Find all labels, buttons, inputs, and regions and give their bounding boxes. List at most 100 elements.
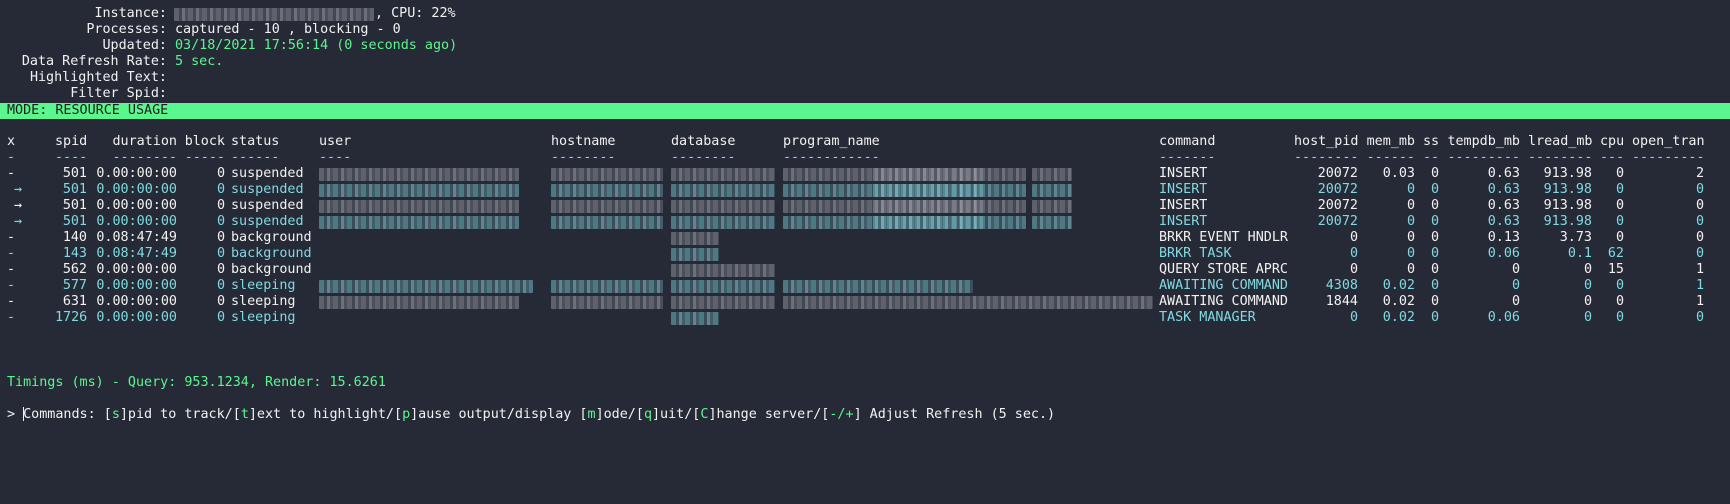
row-spid: 562 [62,262,87,277]
row-open-tran: 0 [1695,246,1704,261]
row-status: background [231,246,312,261]
row-x: → [14,182,23,197]
row-block: 0 [216,310,225,325]
redacted-value [952,200,1026,213]
row-mem-mb: 0 [1406,214,1415,229]
row-duration: 0.00:00:00 [96,294,177,309]
redacted-value [551,200,663,213]
redacted-value [1032,216,1072,229]
row-cpu: 0 [1615,310,1624,325]
row-host-pid: 20072 [1317,214,1358,229]
column-header-tempdb-mb: tempdb_mb [1447,134,1520,149]
row-ss: 0 [1430,310,1439,325]
commands-text: ]ext to highlight/[ [248,407,403,422]
redacted-value [783,296,1153,309]
row-ss: 0 [1430,278,1439,293]
row-duration: 0.00:00:00 [96,310,177,325]
row-cpu: 0 [1615,214,1624,229]
row-tempdb-mb: 0 [1511,278,1520,293]
row-command: AWAITING COMMAND [1159,278,1288,293]
row-host-pid: 20072 [1317,166,1358,181]
column-header-hostname: hostname [551,134,616,149]
row-mem-mb: 0 [1406,230,1415,245]
row-open-tran: 2 [1695,166,1704,181]
column-underline: -------- [1528,150,1593,165]
row-status: suspended [231,182,304,197]
row-ss: 0 [1430,294,1439,309]
row-duration: 0.00:00:00 [96,198,177,213]
column-underline: ------- [1159,150,1216,165]
row-lread-mb: 0 [1583,262,1592,277]
row-lread-mb: 0 [1583,278,1592,293]
row-lread-mb: 0 [1583,294,1592,309]
row-command: AWAITING COMMAND [1159,294,1288,309]
column-underline: - [7,150,16,165]
row-spid: 143 [62,246,87,261]
column-header-x: x [7,134,16,149]
redacted-value [873,168,951,181]
row-open-tran: 1 [1695,278,1704,293]
row-cpu: 0 [1615,182,1624,197]
row-cpu: 0 [1615,278,1624,293]
row-open-tran: 0 [1695,214,1704,229]
row-duration: 0.00:00:00 [96,182,177,197]
row-host-pid: 20072 [1317,198,1358,213]
redacted-value [671,200,775,213]
row-open-tran: 0 [1695,230,1704,245]
mode-bar: MODE: RESOURCE USAGE [0,103,1730,119]
command-prompt[interactable]: > [7,407,23,423]
column-underline: -------- [551,150,616,165]
commands-text: ]ause output/display [ [410,407,588,422]
redacted-value [319,216,519,229]
row-status: suspended [231,214,304,229]
row-cpu: 0 [1615,198,1624,213]
row-lread-mb: 0.1 [1567,246,1592,261]
column-header-database: database [671,134,736,149]
commands-text: ]ode/[ [595,407,644,422]
column-underline: ------------ [783,150,880,165]
row-spid: 140 [62,230,87,245]
row-host-pid: 0 [1349,310,1358,325]
cmd-key-text: t [240,407,249,422]
text-cursor [23,407,24,421]
row-x: - [7,278,16,293]
row-x: - [7,294,16,309]
redacted-value [671,184,775,197]
commands-line: Commands: [s]pid to track/[t]ext to high… [7,391,1055,422]
row-mem-mb: 0.03 [1382,166,1415,181]
row-mem-mb: 0 [1406,182,1415,197]
column-underline: -------- [112,150,178,165]
row-lread-mb: 913.98 [1543,198,1592,213]
commands-text: ]pid to track/[ [119,407,241,422]
commands-text: ]uit/[ [652,407,701,422]
row-cpu: 0 [1615,294,1624,309]
row-block: 0 [216,294,225,309]
column-header-duration: duration [112,134,178,149]
commands-text: ]hange server/[ [708,407,830,422]
row-x: - [7,246,16,261]
redacted-value [952,184,1026,197]
row-mem-mb: 0 [1406,262,1415,277]
row-command: INSERT [1159,198,1208,213]
row-block: 0 [216,214,225,229]
column-underline: --------- [1632,150,1705,165]
row-lread-mb: 3.73 [1559,230,1592,245]
row-host-pid: 1844 [1325,294,1358,309]
row-host-pid: 0 [1349,230,1358,245]
redacted-value [873,200,951,213]
column-header-mem-mb: mem_mb [1366,134,1415,149]
filter-label: Filter Spid: [70,86,167,101]
column-underline: ------ [1366,150,1415,165]
row-status: sleeping [231,294,296,309]
column-header-spid: spid [55,134,88,149]
row-host-pid: 0 [1349,262,1358,277]
column-header-user: user [319,134,352,149]
row-mem-mb: 0 [1406,246,1415,261]
row-tempdb-mb: 0.13 [1487,230,1520,245]
row-duration: 0.00:00:00 [96,214,177,229]
column-underline: ---- [55,150,88,165]
highlight-label: Highlighted Text: [29,70,167,85]
redacted-value [551,184,663,197]
row-cpu: 0 [1615,166,1624,181]
column-underline: -------- [671,150,736,165]
